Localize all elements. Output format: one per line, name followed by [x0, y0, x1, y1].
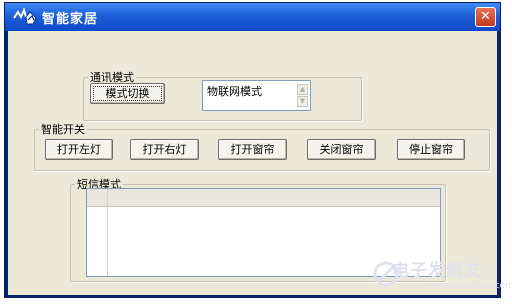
spin-up-icon[interactable]: ▲ [297, 84, 308, 95]
close-icon: ✕ [480, 9, 491, 24]
smart-switch-legend: 智能开关 [41, 123, 85, 136]
title-bar[interactable]: 智能家居 ✕ [5, 3, 500, 31]
close-curtain-button[interactable]: 关闭窗帘 [307, 139, 376, 160]
spin-down-icon[interactable]: ▼ [297, 96, 308, 107]
watermark-text: 电子发烧友 [392, 261, 482, 281]
mode-switch-label: 模式切换 [93, 86, 162, 101]
app-icon [13, 8, 37, 25]
sms-list-header [87, 189, 440, 207]
mode-value-text: 物联网模式 [207, 85, 262, 98]
sms-list-column-divider [107, 189, 108, 276]
mode-spin-control[interactable]: ▲ ▼ [297, 84, 308, 108]
window-title: 智能家居 [42, 12, 99, 27]
mode-value-field[interactable]: 物联网模式 ▲ ▼ [202, 80, 311, 111]
mode-switch-button[interactable]: 模式切换 [90, 83, 165, 104]
open-left-light-button[interactable]: 打开左灯 [45, 139, 113, 160]
open-curtain-button[interactable]: 打开窗帘 [218, 139, 287, 160]
watermark-url: www.elecfans.com [430, 281, 512, 291]
stop-curtain-button[interactable]: 停止窗帘 [397, 139, 465, 160]
close-button[interactable]: ✕ [475, 7, 496, 27]
open-right-light-button[interactable]: 打开右灯 [130, 139, 199, 160]
